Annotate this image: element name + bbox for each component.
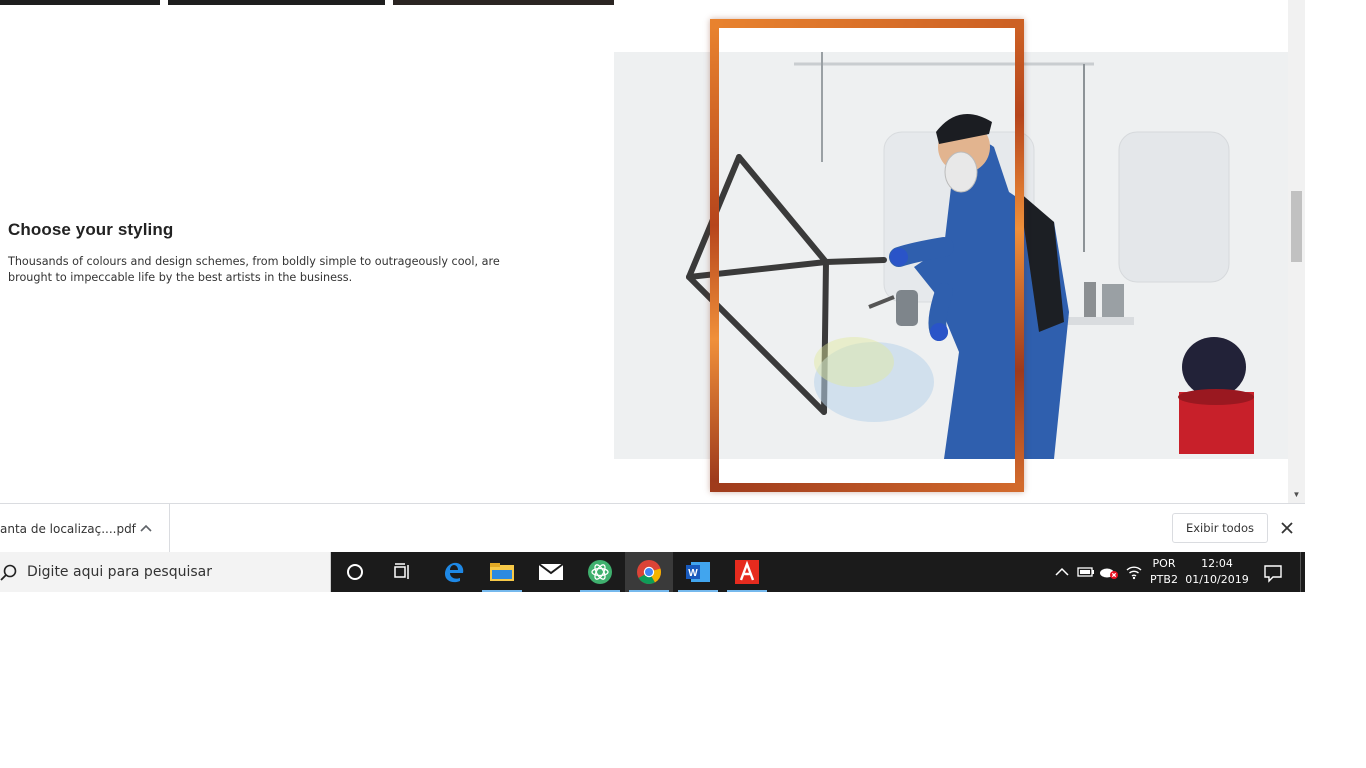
language-code: POR [1152,557,1176,570]
browser-viewport: Choose your styling Thousands of colours… [0,0,1288,503]
taskbar-search-box[interactable]: Digite aqui para pesquisar [0,552,331,592]
scroll-down-arrow-icon[interactable]: ▼ [1288,489,1305,501]
close-icon[interactable] [1278,519,1296,537]
atom-app-icon [588,560,612,584]
tray-overflow-chevron-icon[interactable] [1052,562,1072,582]
taskbar-app-edge[interactable] [430,552,478,592]
taskbar-app-mail[interactable] [527,552,575,592]
task-view-icon [394,563,409,579]
mail-icon [538,563,564,580]
cortana-button[interactable] [331,552,379,592]
download-item[interactable]: anta de localizaç....pdf [0,504,170,552]
word-icon: W [686,562,710,582]
windows-taskbar: Digite aqui para pesquisar W POR PTB2 12… [0,552,1305,592]
search-placeholder: Digite aqui para pesquisar [27,564,213,580]
input-language-indicator[interactable]: POR PTB2 [1148,556,1180,588]
feature-heading: Choose your styling [8,220,174,239]
taskbar-app-chrome[interactable] [625,552,673,592]
battery-icon[interactable] [1076,562,1096,582]
download-file-name: anta de localizaç....pdf [0,522,136,536]
onedrive-error-icon[interactable] [1099,562,1119,582]
page-scrollbar[interactable]: ▼ [1288,0,1305,503]
gallery-thumbnail[interactable] [168,0,385,5]
decorative-frame-overlay [710,19,1024,492]
feature-description: Thousands of colours and design schemes,… [8,255,500,284]
gallery-thumbnail[interactable] [0,0,160,5]
taskbar-app-word[interactable]: W [674,552,722,592]
taskbar-app-file-explorer[interactable] [478,552,526,592]
show-all-downloads-button[interactable]: Exibir todos [1172,513,1268,543]
taskbar-app-atom[interactable] [576,552,624,592]
clock-date: 01/10/2019 [1185,573,1249,586]
chrome-icon [637,560,661,585]
notification-center-icon[interactable] [1262,562,1284,584]
svg-text:W: W [688,568,698,579]
acrobat-icon [735,560,759,584]
taskbar-app-acrobat[interactable] [723,552,771,592]
downloads-bar: anta de localizaç....pdf Exibir todos [0,503,1305,552]
show-desktop-button[interactable] [1300,552,1305,592]
wifi-icon[interactable] [1124,562,1144,582]
system-clock[interactable]: 12:04 01/10/2019 [1184,556,1250,588]
search-icon [0,564,17,581]
clock-time: 12:04 [1201,557,1233,570]
folder-icon [490,563,514,581]
chevron-up-icon[interactable] [138,516,154,540]
desktop-screen: Choose your styling Thousands of colours… [0,0,1366,768]
task-view-button[interactable] [379,552,427,592]
edge-icon [445,562,464,583]
scrollbar-thumb[interactable] [1291,191,1302,262]
keyboard-layout: PTB2 [1150,573,1178,586]
gallery-thumbnail[interactable] [393,0,614,5]
cortana-icon [347,564,363,580]
